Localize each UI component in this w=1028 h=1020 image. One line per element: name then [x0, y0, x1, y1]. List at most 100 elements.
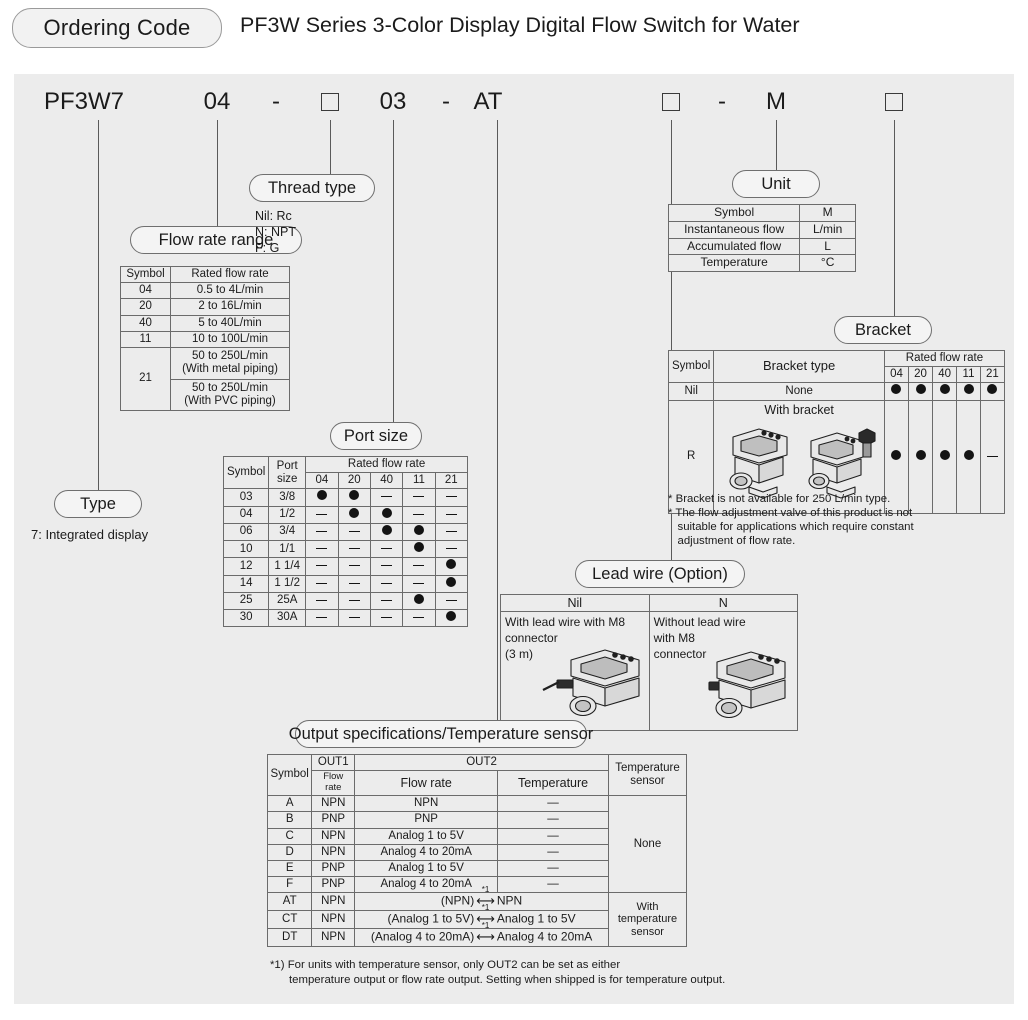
dot-marker [939, 449, 950, 460]
bracket-note-2: * The flow adjustment valve of this prod… [668, 507, 913, 519]
ps-mark [369, 522, 404, 542]
dash-marker [348, 582, 360, 584]
ps-port-size: 1 1/2 [268, 574, 307, 593]
os-symbol: D [266, 843, 313, 861]
os-out1: PNP [311, 811, 356, 829]
os-symbol: DT [266, 928, 313, 948]
br-type-none: None [713, 382, 885, 401]
ps-symbol: 30 [222, 608, 270, 628]
ps-mark [337, 540, 371, 559]
ordering-code-panel: PF3W7 04 - 03 - AT - M Type 7: Integrate… [14, 74, 1014, 1004]
frr-symbol: 04 [120, 282, 171, 300]
code-separator-2: - [442, 88, 450, 115]
frr-symbol: 21 [120, 347, 171, 411]
callout-type: Type [54, 490, 142, 518]
os-header-out2: OUT2 [354, 753, 609, 772]
ps-mark [305, 574, 339, 593]
bracket-note-1: * Bracket is not available for 250 L/min… [668, 493, 891, 505]
dot-marker [413, 524, 424, 535]
os-symbol: B [266, 811, 313, 829]
frr-rate: 50 to 250L/min (With metal piping) [170, 347, 290, 380]
dash-marker [316, 548, 328, 550]
ps-mark [402, 540, 436, 559]
dot-marker [316, 490, 327, 501]
ps-mark [305, 608, 339, 628]
br-mark [907, 382, 934, 401]
br-mark [956, 399, 981, 514]
br-mark [932, 382, 958, 401]
thread-type-option-n: N: NPT [255, 225, 296, 239]
table-header-row: Nil N [500, 593, 799, 613]
ps-mark [337, 557, 371, 576]
frr-rate: 10 to 100L/min [170, 330, 290, 349]
bracket-note-4: adjustment of flow rate. [668, 535, 796, 547]
os-header-out1-flow-rate: Flow rate [311, 770, 356, 797]
br-header-rated-flow-rate: Rated flow rate [883, 349, 1006, 368]
dash-marker [348, 616, 360, 618]
dot-marker [963, 449, 974, 460]
dash-marker [316, 582, 328, 584]
table-row: 10 1/1 [222, 540, 469, 559]
ps-mark [337, 608, 371, 628]
ordering-code-page: Ordering Code PF3W Series 3-Color Displa… [0, 0, 1028, 1020]
lw-header-nil: Nil [500, 593, 650, 613]
os-out2-flow: Analog 1 to 5V [354, 859, 499, 878]
unit-label-symbol: Symbol [667, 204, 801, 222]
callout-lead-wire: Lead wire (Option) [575, 560, 745, 588]
bracket-product-images [714, 415, 884, 499]
br-header-flow-20: 20 [907, 366, 934, 384]
callout-thread-type: Thread type [249, 174, 375, 202]
ps-mark [305, 522, 339, 542]
ps-port-size: 30A [268, 608, 307, 628]
thread-type-option-nil: Nil: Rc [255, 209, 292, 223]
leader-line-bracket [894, 120, 895, 320]
dot-marker [349, 490, 360, 501]
code-separator-1: - [272, 88, 280, 115]
os-out2-temp: — [497, 859, 609, 878]
table-row: 06 3/4 [222, 522, 469, 542]
table-row: 25 25A [222, 591, 469, 610]
callout-bracket-label: Bracket [855, 320, 911, 339]
ps-mark [402, 488, 436, 507]
leader-line-thread-type [330, 120, 331, 174]
leader-line-flow-rate-range [217, 120, 218, 240]
ps-mark [305, 591, 339, 610]
dash-marker [381, 616, 393, 618]
br-header-flow-21: 21 [979, 366, 1006, 384]
os-symbol: CT [266, 910, 313, 930]
leader-line-type [98, 120, 99, 490]
ps-mark [434, 505, 469, 524]
frr-symbol: 11 [120, 330, 171, 349]
ps-port-size: 1/1 [268, 540, 307, 559]
ps-mark [434, 522, 469, 542]
ps-mark [402, 522, 436, 542]
table-row: With lead wire with M8 connector (3 m) W… [500, 611, 799, 732]
os-out1: NPN [311, 928, 356, 948]
frr-rate: 5 to 40L/min [170, 314, 290, 332]
dot-marker [413, 593, 424, 604]
br-mark [979, 382, 1006, 401]
os-out2-temp: — [497, 843, 609, 861]
dash-marker [348, 599, 360, 601]
code-segment-port-size: 03 [379, 88, 407, 115]
ps-mark [402, 574, 436, 593]
callout-port-size: Port size [330, 422, 422, 450]
dash-marker [413, 513, 425, 515]
ps-mark [434, 608, 469, 628]
ps-mark [369, 505, 404, 524]
ps-mark [369, 557, 404, 576]
dash-marker [445, 548, 457, 550]
type-note: 7: Integrated display [31, 527, 149, 542]
ps-header-symbol: Symbol [222, 455, 270, 490]
frr-header-rate: Rated flow rate [170, 265, 290, 284]
flow-switch-with-bracket-icon [729, 428, 788, 499]
dot-marker [381, 507, 392, 518]
table-header-row: Symbol OUT1 OUT2 Temperature sensor [266, 753, 688, 797]
unit-value-temperature: °C [799, 254, 856, 273]
page-title: Ordering Code [43, 15, 191, 40]
dash-marker [381, 548, 393, 550]
port-size-table: Symbol Port size Rated flow rate 04 20 4… [222, 455, 469, 628]
os-header-symbol: Symbol [266, 753, 313, 797]
ps-mark [434, 591, 469, 610]
os-out1: PNP [311, 876, 356, 894]
